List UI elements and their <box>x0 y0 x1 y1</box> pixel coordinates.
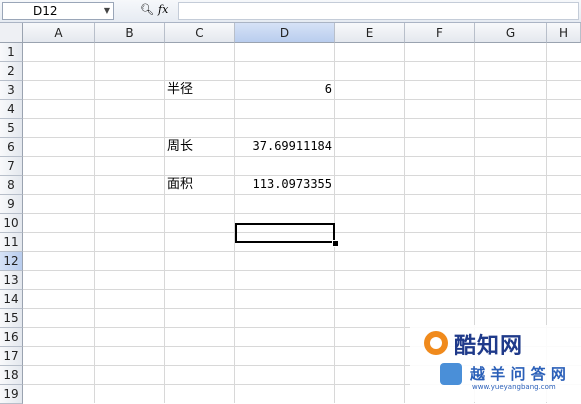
column-header-h[interactable]: H <box>547 23 581 43</box>
row-header-11[interactable]: 11 <box>0 233 23 252</box>
gridline <box>23 270 581 271</box>
row-header-18[interactable]: 18 <box>0 366 23 385</box>
cell-c6[interactable]: 周长 <box>167 137 233 156</box>
row-header-3[interactable]: 3 <box>0 81 23 100</box>
row-header-16[interactable]: 16 <box>0 328 23 347</box>
row-header-1[interactable]: 1 <box>0 43 23 62</box>
gridline <box>23 118 581 119</box>
gridline <box>23 308 581 309</box>
watermark-url: www.yueyangbang.com <box>472 383 556 391</box>
row-header-6[interactable]: 6 <box>0 138 23 157</box>
gridline <box>23 194 581 195</box>
column-header-c[interactable]: C <box>165 23 235 43</box>
column-header-d[interactable]: D <box>235 23 335 43</box>
row-header-17[interactable]: 17 <box>0 347 23 366</box>
column-header-a[interactable]: A <box>23 23 95 43</box>
cell-d3[interactable]: 6 <box>236 80 332 99</box>
row-header-2[interactable]: 2 <box>0 62 23 81</box>
formula-bar: D12 ▼ 🔍︎ fx <box>0 0 581 23</box>
row-header-19[interactable]: 19 <box>0 385 23 404</box>
gridline <box>23 289 581 290</box>
gridline <box>23 213 581 214</box>
watermark: 酷知网 越 羊 问 答 网 www.yueyangbang.com <box>410 325 581 402</box>
formula-tools: 🔍︎ fx <box>118 2 174 20</box>
fill-handle[interactable] <box>332 240 339 247</box>
formula-input[interactable] <box>178 2 579 20</box>
row-header-9[interactable]: 9 <box>0 195 23 214</box>
fx-icon[interactable]: fx <box>158 3 168 16</box>
row-header-15[interactable]: 15 <box>0 309 23 328</box>
column-header-e[interactable]: E <box>335 23 405 43</box>
gridline <box>23 156 581 157</box>
gridline <box>23 61 581 62</box>
row-header-4[interactable]: 4 <box>0 100 23 119</box>
cell-d6[interactable]: 37.69911184 <box>236 137 332 156</box>
watermark-subtitle: 越 羊 问 答 网 <box>470 365 566 383</box>
column-header-g[interactable]: G <box>475 23 547 43</box>
gridline <box>23 99 581 100</box>
watermark-logo-icon <box>424 331 448 355</box>
chevron-down-icon[interactable]: ▼ <box>104 3 110 19</box>
row-header-13[interactable]: 13 <box>0 271 23 290</box>
cell-c8[interactable]: 面积 <box>167 175 233 194</box>
gridline <box>94 43 95 403</box>
selected-cell-d12[interactable] <box>235 223 335 243</box>
row-header-14[interactable]: 14 <box>0 290 23 309</box>
name-box-value: D12 <box>33 4 58 18</box>
watermark-title: 酷知网 <box>454 334 524 359</box>
cell-d8[interactable]: 113.0973355 <box>236 175 332 194</box>
row-header-12[interactable]: 12 <box>0 252 23 271</box>
row-header-8[interactable]: 8 <box>0 176 23 195</box>
watermark-wifi-icon <box>440 363 462 385</box>
row-header-10[interactable]: 10 <box>0 214 23 233</box>
cell-c3[interactable]: 半径 <box>167 80 233 99</box>
column-header-f[interactable]: F <box>405 23 475 43</box>
select-all-corner[interactable] <box>0 23 23 43</box>
gridline <box>404 43 405 403</box>
gridline <box>164 43 165 403</box>
row-header-7[interactable]: 7 <box>0 157 23 176</box>
magnifier-icon[interactable]: 🔍︎ <box>140 3 154 16</box>
row-header-5[interactable]: 5 <box>0 119 23 138</box>
gridline <box>23 251 581 252</box>
column-header-b[interactable]: B <box>95 23 165 43</box>
name-box[interactable]: D12 ▼ <box>2 2 114 20</box>
